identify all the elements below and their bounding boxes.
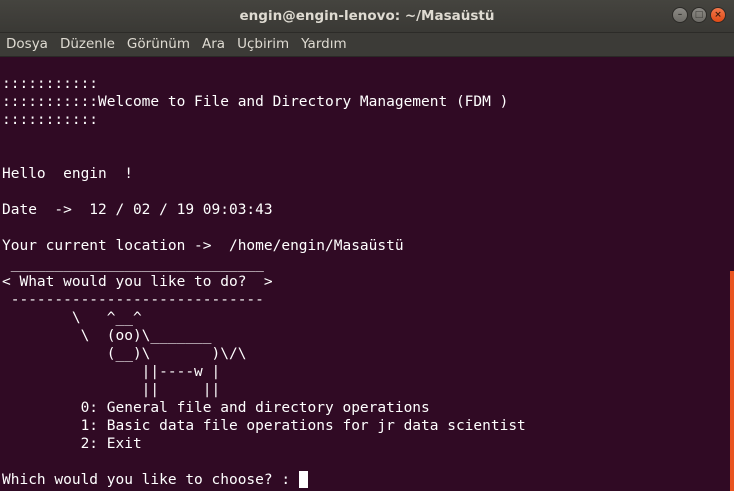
scrollbar[interactable] — [730, 57, 734, 491]
terminal-line: \ (oo)\_______ — [2, 328, 212, 344]
terminal-line: 2: Exit — [2, 436, 142, 452]
scrollbar-thumb[interactable] — [730, 271, 734, 491]
terminal-output: ::::::::::::::::::::::Welcome to File an… — [2, 75, 526, 489]
window-controls: – □ × — [672, 7, 726, 25]
maximize-icon: □ — [694, 9, 704, 20]
terminal-line: 0: General file and directory operations — [2, 400, 430, 416]
menu-item-yardim[interactable]: Yardım — [295, 33, 352, 56]
terminal-line: ----------------------------- — [2, 292, 264, 308]
minimize-button[interactable]: – — [672, 7, 688, 23]
window-title: engin@engin-lenovo: ~/Masaüstü — [239, 8, 495, 24]
terminal-line: Date -> 12 / 02 / 19 09:03:43 — [2, 202, 273, 218]
terminal-line: (__)\ )\/\ — [2, 346, 247, 362]
terminal-line: ::::::::::: — [2, 76, 99, 92]
terminal-line: Hello engin ! — [2, 166, 133, 182]
window-titlebar[interactable]: engin@engin-lenovo: ~/Masaüstü – □ × — [0, 0, 734, 33]
menu-item-ara[interactable]: Ara — [196, 33, 231, 56]
close-button[interactable]: × — [710, 7, 726, 23]
terminal-line: ::::::::::: — [2, 112, 99, 128]
terminal-line: ||----w | — [2, 364, 221, 380]
menu-item-duzenle[interactable]: Düzenle — [54, 33, 121, 56]
terminal-line: :::::::::::Welcome to File and Directory… — [2, 94, 509, 110]
terminal-line: 1: Basic data file operations for jr dat… — [2, 418, 526, 434]
maximize-button[interactable]: □ — [691, 7, 707, 23]
terminal-line: _____________________________ — [2, 256, 264, 272]
menubar: Dosya Düzenle Görünüm Ara Uçbirim Yardım — [0, 33, 734, 57]
menu-item-dosya[interactable]: Dosya — [0, 33, 54, 56]
menu-item-gorunum[interactable]: Görünüm — [121, 33, 196, 56]
minimize-icon: – — [677, 9, 683, 20]
terminal-area[interactable]: ::::::::::::::::::::::Welcome to File an… — [0, 57, 730, 491]
menu-item-ucbirim[interactable]: Uçbirim — [231, 33, 295, 56]
close-icon: × — [714, 9, 722, 20]
terminal-line: \ ^__^ — [2, 310, 142, 326]
terminal-line: Your current location -> /home/engin/Mas… — [2, 238, 404, 254]
prompt-text: Which would you like to choose? : — [2, 472, 299, 488]
text-cursor — [298, 471, 308, 488]
terminal-line: < What would you like to do? > — [2, 274, 273, 290]
prompt-line[interactable]: Which would you like to choose? : — [2, 471, 526, 489]
terminal-line: || || — [2, 382, 221, 398]
